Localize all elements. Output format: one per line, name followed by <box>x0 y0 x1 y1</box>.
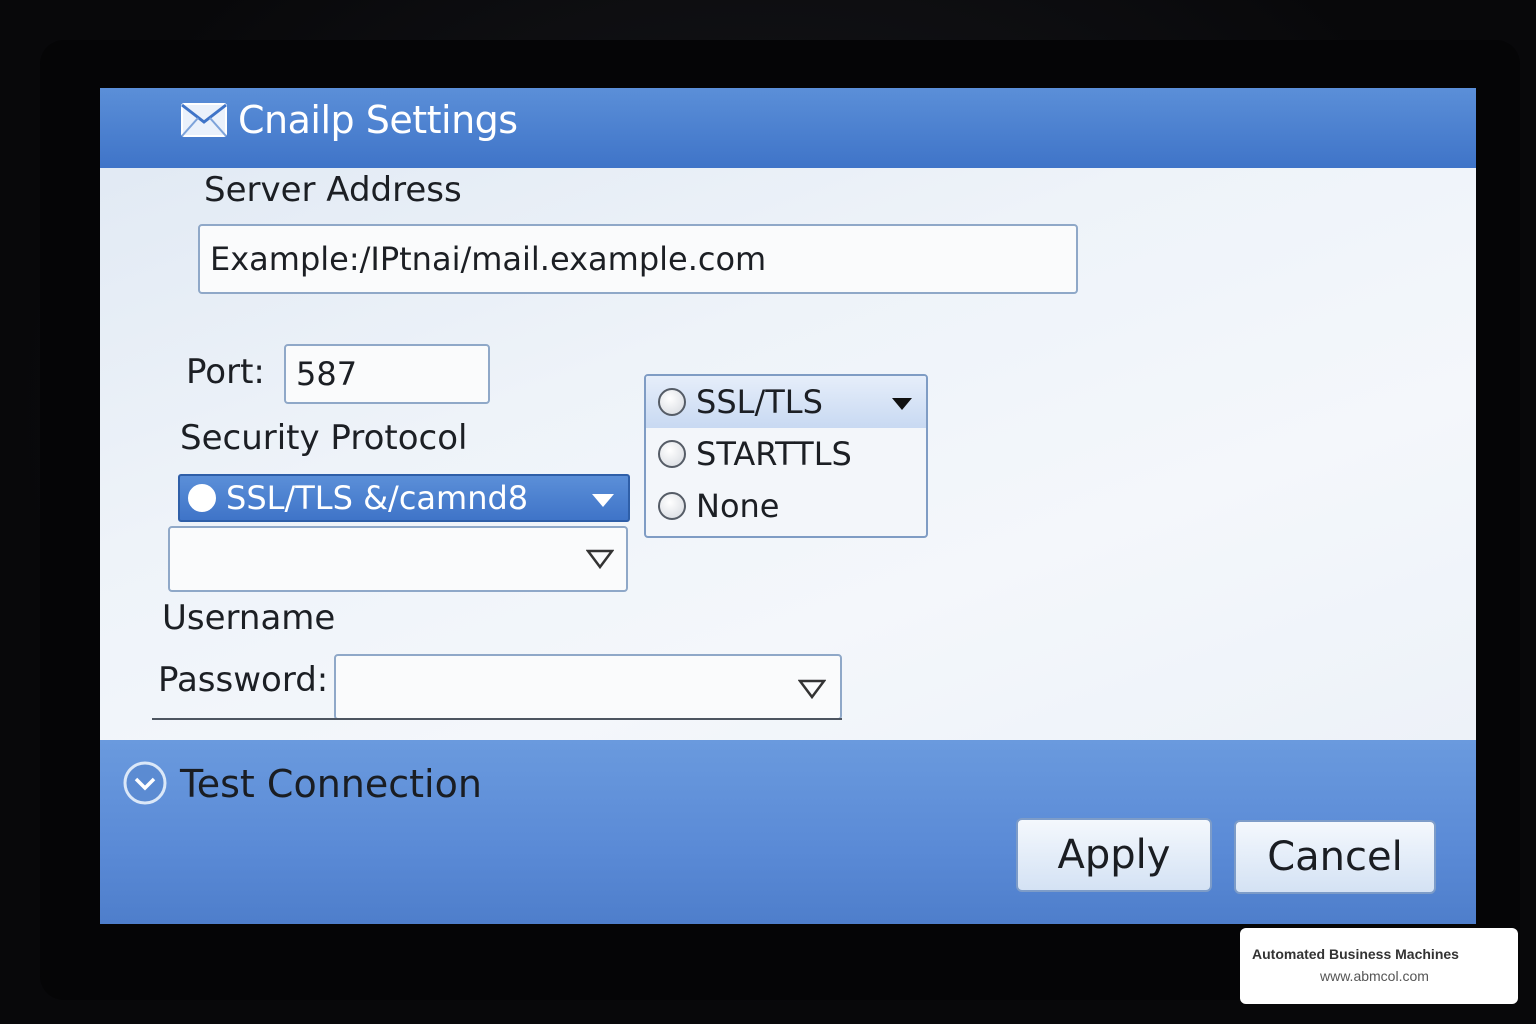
apply-button[interactable]: Apply <box>1016 818 1212 892</box>
option-none[interactable]: None <box>646 480 926 532</box>
watermark: Automated Business Machines www.abmcol.c… <box>1240 928 1518 1004</box>
password-label: Password: <box>158 660 329 700</box>
envelope-icon <box>181 103 227 137</box>
window-title: Cnailp Settings <box>238 98 518 142</box>
radio-icon <box>658 440 686 468</box>
test-connection-label: Test Connection <box>180 762 482 806</box>
chevron-down-icon[interactable] <box>592 494 614 507</box>
username-label: Username <box>162 598 336 638</box>
port-value: 587 <box>296 355 358 393</box>
chevron-down-circle-icon <box>123 761 167 805</box>
option-label: None <box>696 487 780 525</box>
server-address-label: Server Address <box>204 170 462 210</box>
option-label: STARTTLS <box>696 435 852 473</box>
divider <box>152 718 842 720</box>
security-protocol-label: Security Protocol <box>180 418 468 458</box>
security-selected-value: SSL/TLS &/camnd8 <box>226 479 529 517</box>
server-address-value: Example:/IPtnai/mail.example.com <box>210 240 767 278</box>
server-address-input[interactable]: Example:/IPtnai/mail.example.com <box>198 224 1078 294</box>
settings-screen: Cnailp Settings Server Address Example:/… <box>100 88 1476 924</box>
footer-bar: Test Connection Apply Cancel <box>100 740 1476 924</box>
security-secondary-select[interactable] <box>168 526 628 592</box>
chevron-down-icon[interactable] <box>586 548 614 570</box>
chevron-down-icon <box>892 398 912 410</box>
chevron-down-icon[interactable] <box>798 678 826 700</box>
radio-icon <box>188 484 216 512</box>
radio-icon <box>658 388 686 416</box>
port-input[interactable]: 587 <box>284 344 490 404</box>
cancel-button[interactable]: Cancel <box>1234 820 1436 894</box>
option-label: SSL/TLS <box>696 383 823 421</box>
password-input[interactable] <box>334 654 842 720</box>
security-protocol-select[interactable]: SSL/TLS &/camnd8 <box>178 474 630 522</box>
watermark-company: Automated Business Machines <box>1252 946 1459 962</box>
option-ssl-tls[interactable]: SSL/TLS <box>646 376 926 428</box>
port-label: Port: <box>186 352 265 392</box>
title-bar: Cnailp Settings <box>100 88 1476 168</box>
security-options-list: SSL/TLS STARTTLS None <box>644 374 928 538</box>
option-starttls[interactable]: STARTTLS <box>646 428 926 480</box>
radio-icon <box>658 492 686 520</box>
watermark-url: www.abmcol.com <box>1320 968 1429 984</box>
